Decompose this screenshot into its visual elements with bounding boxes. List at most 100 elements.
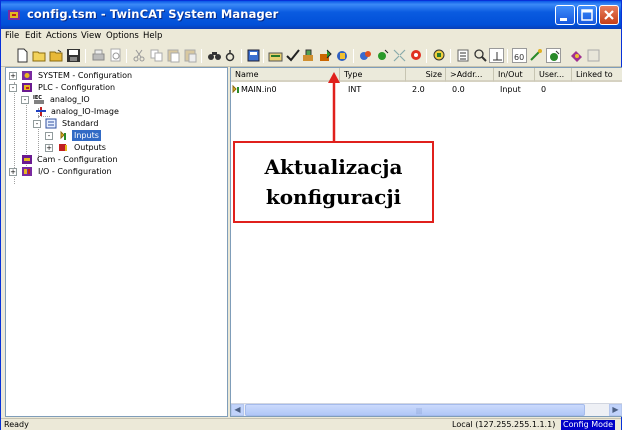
- menu-file[interactable]: File: [5, 31, 19, 41]
- online-reset-icon[interactable]: 60: [512, 48, 527, 63]
- cell-name: MAIN.in0: [241, 85, 277, 94]
- window-title: config.tsm - TwinCAT System Manager: [27, 7, 279, 21]
- tree-item-plc[interactable]: - PLC - Configuration: [9, 82, 224, 94]
- column-header-type[interactable]: Type: [340, 68, 406, 82]
- status-ready: Ready: [4, 420, 29, 429]
- io-config-icon: [21, 166, 33, 177]
- scan-icon[interactable]: [375, 48, 390, 63]
- show-online-icon[interactable]: [456, 48, 471, 63]
- expander-minus-icon[interactable]: -: [21, 96, 29, 104]
- watch-icon[interactable]: [473, 48, 488, 63]
- column-header-inout[interactable]: In/Out: [494, 68, 535, 82]
- maximize-button[interactable]: [577, 5, 597, 25]
- column-header-size[interactable]: Size: [406, 68, 446, 82]
- tree-item-standard[interactable]: - Standard: [33, 118, 223, 130]
- cell-user: 0: [541, 85, 547, 94]
- expander-plus-icon[interactable]: +: [9, 72, 17, 80]
- cell-address: 0.0: [452, 85, 465, 94]
- tree-item-label: Cam - Configuration: [37, 155, 118, 164]
- generate-mappings-icon[interactable]: [301, 48, 316, 63]
- print-preview-icon[interactable]: [108, 48, 123, 63]
- scroll-right-icon[interactable]: ▶: [609, 404, 622, 416]
- tree-item-label: I/O - Configuration: [38, 167, 112, 176]
- scroll-left-icon[interactable]: ◀: [231, 404, 244, 416]
- menu-help[interactable]: Help: [143, 31, 162, 41]
- expander-minus-icon[interactable]: -: [33, 120, 41, 128]
- plc-config-icon: [21, 82, 33, 93]
- tree-item-cam[interactable]: Cam - Configuration: [21, 154, 221, 166]
- save-icon[interactable]: [66, 48, 81, 63]
- reload-devices-icon[interactable]: [358, 48, 373, 63]
- find-next-icon[interactable]: [223, 48, 238, 63]
- menu-edit[interactable]: Edit: [25, 31, 41, 41]
- menu-bar: File Edit Actions View Options Help: [1, 29, 621, 45]
- tree-item-outputs[interactable]: + Outputs: [45, 142, 225, 154]
- main-window: config.tsm - TwinCAT System Manager File…: [0, 0, 622, 430]
- column-header-name[interactable]: Name: [231, 68, 340, 82]
- tree-item-label: analog_IO-Image: [51, 107, 119, 116]
- expander-plus-icon[interactable]: +: [9, 168, 17, 176]
- toolbar: 60: [1, 45, 621, 67]
- open-folder-icon[interactable]: [49, 48, 64, 63]
- print-icon[interactable]: [91, 48, 106, 63]
- paste-icon[interactable]: [166, 48, 181, 63]
- iec-project-icon: IEC: [33, 94, 45, 105]
- zoom-icon[interactable]: [432, 48, 447, 63]
- title-bar[interactable]: config.tsm - TwinCAT System Manager: [1, 1, 621, 29]
- annotation-line-1: Aktualizacja: [264, 155, 403, 179]
- check-configuration-icon[interactable]: [285, 48, 300, 63]
- open-icon[interactable]: [32, 48, 47, 63]
- tree-item-io[interactable]: + I/O - Configuration: [9, 166, 224, 178]
- scroll-thumb[interactable]: |||: [245, 404, 585, 416]
- system-config-icon: [21, 70, 33, 81]
- new-icon[interactable]: [15, 48, 30, 63]
- append-icon[interactable]: [246, 48, 261, 63]
- menu-options[interactable]: Options: [106, 31, 139, 41]
- tree-item-label: PLC - Configuration: [38, 83, 116, 92]
- menu-actions[interactable]: Actions: [46, 31, 77, 41]
- tree-item-analog-io[interactable]: - IEC analog_IO: [21, 94, 221, 106]
- toggle-free-run-icon[interactable]: [392, 48, 407, 63]
- tree-view[interactable]: + SYSTEM - Configuration - PLC - Configu…: [5, 67, 228, 417]
- toggle-icon[interactable]: [489, 48, 504, 63]
- tree-item-label: SYSTEM - Configuration: [38, 71, 133, 80]
- find-icon[interactable]: [207, 48, 222, 63]
- expander-minus-icon[interactable]: -: [45, 132, 53, 140]
- variable-list[interactable]: Name Type Size >Addr... In/Out User... L…: [230, 67, 622, 417]
- cut-icon[interactable]: [132, 48, 147, 63]
- svg-text:IEC: IEC: [33, 95, 42, 101]
- annotation-box: Aktualizacja konfiguracji: [233, 141, 434, 223]
- copy-icon[interactable]: [149, 48, 164, 63]
- cam-config-icon: [21, 154, 33, 165]
- restart-icon[interactable]: [335, 48, 350, 63]
- status-bar: Ready Local (127.255.255.1.1.1) Config M…: [1, 418, 621, 430]
- minimize-button[interactable]: [555, 5, 575, 25]
- inputs-icon: [57, 130, 69, 141]
- tree-item-system[interactable]: + SYSTEM - Configuration: [9, 70, 224, 82]
- menu-view[interactable]: View: [81, 31, 101, 41]
- cell-size: 2.0: [412, 85, 425, 94]
- column-header-address[interactable]: >Addr...: [446, 68, 494, 82]
- task-icon: [45, 118, 57, 129]
- tree-item-inputs[interactable]: - Inputs: [45, 130, 225, 142]
- tree-item-label-selected: Inputs: [72, 130, 101, 141]
- target-system-icon[interactable]: [569, 48, 584, 63]
- column-header-linked-to[interactable]: Linked to: [572, 68, 622, 82]
- link-variable-icon[interactable]: [529, 48, 544, 63]
- expander-minus-icon[interactable]: -: [9, 84, 17, 92]
- horizontal-scrollbar[interactable]: ◀ ||| ▶: [231, 403, 622, 416]
- help-icon[interactable]: [586, 48, 601, 63]
- svg-text:60: 60: [514, 53, 524, 62]
- tree-item-label: Outputs: [74, 143, 106, 152]
- force-icon[interactable]: [409, 48, 424, 63]
- twincat-app-icon: [7, 8, 21, 22]
- tree-item-analog-io-image[interactable]: analog_IO-Image: [33, 106, 223, 118]
- insert-icon[interactable]: [268, 48, 283, 63]
- change-link-icon[interactable]: [546, 48, 561, 63]
- close-button[interactable]: [599, 5, 619, 25]
- paste-special-icon[interactable]: [183, 48, 198, 63]
- process-image-icon: [35, 106, 47, 117]
- expander-plus-icon[interactable]: +: [45, 144, 53, 152]
- column-header-user[interactable]: User...: [535, 68, 572, 82]
- activate-configuration-icon[interactable]: [318, 48, 333, 63]
